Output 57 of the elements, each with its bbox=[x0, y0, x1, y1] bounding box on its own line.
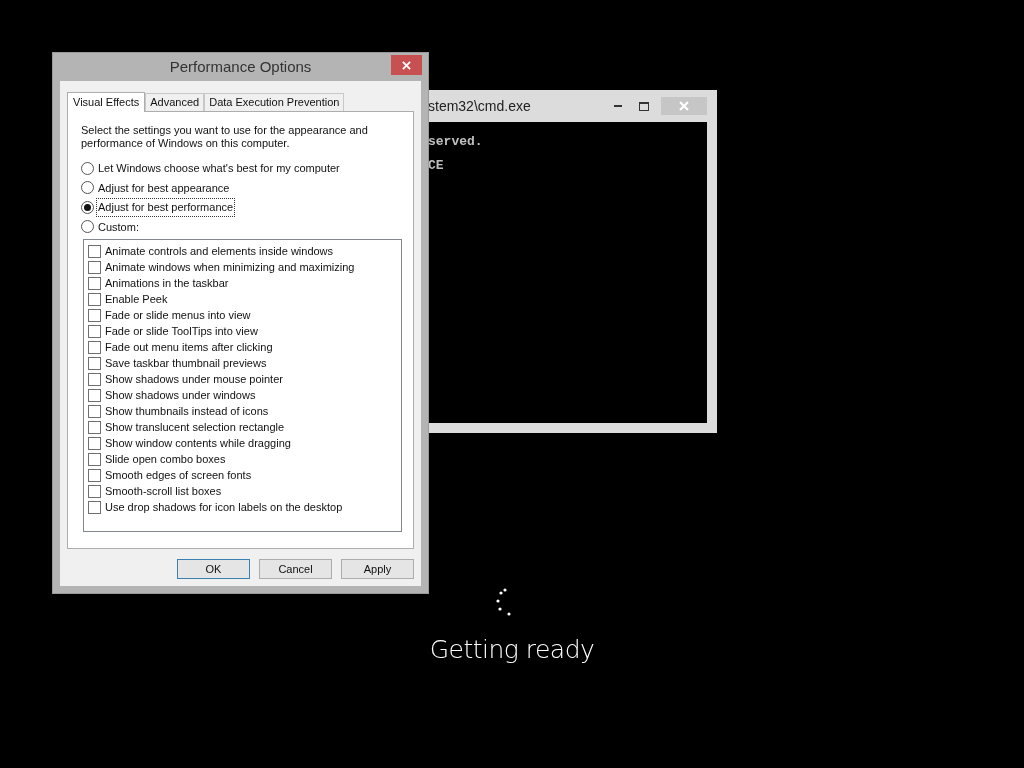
console-line: served. bbox=[428, 134, 484, 150]
checkbox[interactable] bbox=[88, 276, 101, 290]
close-icon bbox=[679, 101, 689, 111]
option-label: Save taskbar thumbnail previews bbox=[105, 355, 267, 371]
window-title: Performance Options bbox=[169, 56, 312, 77]
option-label: Fade or slide menus into view bbox=[105, 307, 251, 323]
checkbox[interactable] bbox=[88, 340, 101, 354]
radio-label: Custom: bbox=[97, 219, 140, 235]
close-button[interactable] bbox=[391, 55, 422, 75]
option-label: Smooth edges of screen fonts bbox=[105, 467, 252, 483]
tab[interactable]: Visual Effects bbox=[67, 92, 146, 112]
window-title: stem32\cmd.exe bbox=[428, 96, 532, 116]
checkbox[interactable] bbox=[88, 420, 101, 434]
option-label: Animate windows when minimizing and maximizing bbox=[105, 259, 355, 275]
checkbox[interactable] bbox=[88, 500, 101, 514]
option-label: Fade out menu items after clicking bbox=[105, 339, 273, 355]
checkbox[interactable] bbox=[88, 452, 101, 466]
dialog-button[interactable]: Cancel bbox=[259, 559, 332, 579]
option-label: Use drop shadows for icon labels on the desktop bbox=[105, 499, 343, 515]
option-label: Show window contents while dragging bbox=[105, 435, 291, 451]
radio-label: Adjust for best appearance bbox=[97, 180, 231, 196]
radio-button[interactable] bbox=[81, 220, 94, 234]
option-label: Animations in the taskbar bbox=[105, 275, 229, 291]
tab[interactable]: Advanced bbox=[145, 93, 205, 111]
option-label: Show translucent selection rectangle bbox=[105, 419, 285, 435]
tab[interactable]: Data Execution Prevention bbox=[204, 93, 345, 111]
checkbox[interactable] bbox=[88, 436, 101, 450]
radio-label: Adjust for best performance bbox=[96, 198, 236, 217]
dialog-button[interactable]: OK bbox=[177, 559, 250, 579]
radio-label: Let Windows choose what's best for my computer bbox=[97, 161, 341, 176]
checkbox[interactable] bbox=[88, 308, 101, 322]
dialog-button[interactable]: Apply bbox=[341, 559, 414, 579]
radio-button[interactable] bbox=[81, 181, 94, 195]
radio-button[interactable] bbox=[81, 200, 94, 214]
checkbox[interactable] bbox=[88, 468, 101, 482]
description-text: Select the settings you want to use for the appearance and performance of Windows on this computer. bbox=[81, 124, 369, 150]
checkbox[interactable] bbox=[88, 404, 101, 418]
checkbox[interactable] bbox=[88, 260, 101, 274]
option-label: Fade or slide ToolTips into view bbox=[105, 323, 258, 339]
option-label: Show shadows under mouse pointer bbox=[105, 371, 283, 387]
option-label: Animate controls and elements inside windows bbox=[105, 243, 334, 259]
close-icon bbox=[402, 60, 411, 70]
checkbox[interactable] bbox=[88, 388, 101, 402]
checkbox[interactable] bbox=[88, 356, 101, 370]
option-label: Slide open combo boxes bbox=[105, 451, 226, 467]
checkbox[interactable] bbox=[88, 372, 101, 386]
radio-button[interactable] bbox=[81, 161, 94, 175]
option-label: Smooth-scroll list boxes bbox=[105, 483, 222, 499]
checkbox[interactable] bbox=[88, 484, 101, 498]
option-label: Show thumbnails instead of icons bbox=[105, 403, 269, 419]
checkbox[interactable] bbox=[88, 244, 101, 258]
checkbox[interactable] bbox=[88, 292, 101, 306]
console-line: CE bbox=[428, 158, 445, 174]
checkbox[interactable] bbox=[88, 324, 101, 338]
option-label: Show shadows under windows bbox=[105, 387, 256, 403]
option-label: Enable Peek bbox=[105, 291, 168, 307]
status-text: Getting ready bbox=[429, 634, 595, 666]
